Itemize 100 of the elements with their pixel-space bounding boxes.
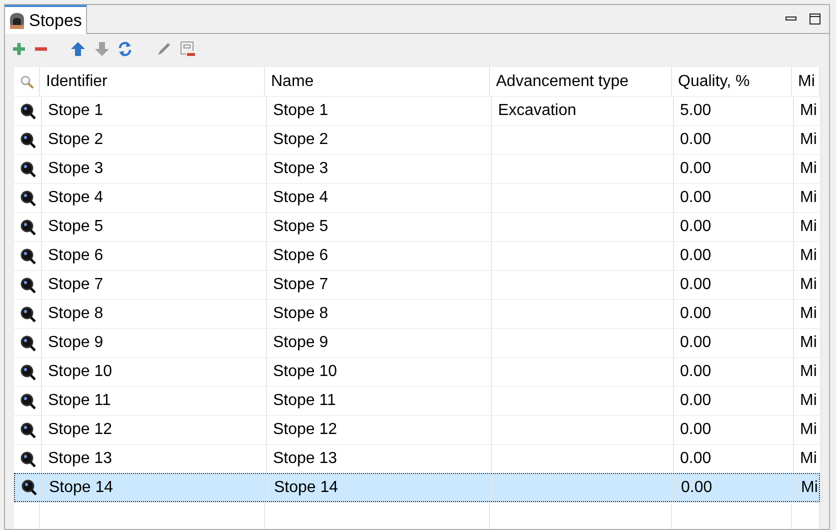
table-row[interactable]: Stope 3 Stope 3 0.00 Mi bbox=[14, 154, 820, 183]
table-cell-text: Mi bbox=[800, 275, 817, 295]
table-cell-text: Stope 3 bbox=[273, 159, 328, 179]
table-cell-text: Stope 2 bbox=[273, 130, 328, 150]
table-cell-text: Mi bbox=[801, 478, 818, 498]
table-row[interactable]: Stope 2 Stope 2 0.00 Mi bbox=[14, 125, 820, 154]
table-cell-text: 0.00 bbox=[680, 217, 712, 237]
magnifier-icon bbox=[20, 248, 36, 264]
table-cell-text: Stope 8 bbox=[273, 304, 328, 324]
maximize-icon[interactable] bbox=[809, 13, 821, 25]
table-cell-text: Stope 3 bbox=[48, 159, 104, 179]
table-row[interactable]: Stope 5 Stope 5 0.00 Mi bbox=[14, 212, 820, 241]
table-row[interactable]: Stope 9 Stope 9 0.00 Mi bbox=[14, 328, 820, 357]
magnifier-icon bbox=[20, 160, 36, 178]
table-row[interactable]: Stope 10 Stope 10 0.00 Mi bbox=[14, 357, 820, 386]
table-cell-text: 0.00 bbox=[680, 159, 712, 179]
magnifier-icon bbox=[20, 306, 36, 322]
table-row[interactable]: Stope 1 Stope 1 Excavation 5.00 Mi bbox=[14, 96, 820, 125]
magnifier-icon bbox=[20, 276, 36, 294]
table-cell-text: Mi bbox=[800, 362, 817, 382]
magnifier-icon bbox=[20, 450, 36, 468]
table-cell-text: Stope 12 bbox=[273, 420, 338, 440]
tab-title: Stopes bbox=[29, 10, 82, 32]
table-row[interactable]: Stope 12 Stope 12 0.00 Mi bbox=[14, 415, 820, 444]
magnifier-icon bbox=[20, 132, 36, 148]
table-cell-text: Stope 10 bbox=[48, 362, 112, 382]
table-cell-text: Mi bbox=[800, 130, 817, 150]
magnifier-icon bbox=[20, 190, 36, 206]
table-cell-text: Stope 13 bbox=[273, 449, 338, 469]
add-icon[interactable] bbox=[12, 42, 26, 56]
table-cell-text: Stope 7 bbox=[273, 275, 328, 295]
table-cell-text: Mi bbox=[800, 188, 817, 208]
table-cell-text: 0.00 bbox=[680, 391, 712, 411]
table-cell-text: Mi bbox=[800, 217, 817, 237]
table-cell-text: 0.00 bbox=[680, 304, 712, 324]
table-cell-text: Mi bbox=[800, 304, 817, 324]
table-cell-text: 0.00 bbox=[680, 275, 712, 295]
table-cell-text: 0.00 bbox=[681, 478, 712, 498]
table-cell-text: Mi bbox=[800, 101, 817, 121]
table-row[interactable]: Stope 6 Stope 6 0.00 Mi bbox=[14, 241, 820, 270]
table-cell-text: Stope 9 bbox=[273, 333, 328, 353]
table-cell-text: 0.00 bbox=[680, 449, 712, 469]
magnifier-icon bbox=[20, 102, 36, 120]
table-cell-text: Stope 1 bbox=[48, 101, 104, 121]
table-cell-text: Stope 4 bbox=[273, 188, 328, 208]
search-icon[interactable] bbox=[20, 74, 34, 88]
table-cell-text: Stope 10 bbox=[273, 362, 338, 382]
table-cell-text: 0.00 bbox=[680, 188, 712, 208]
magnifier-icon bbox=[20, 392, 36, 410]
refresh-icon[interactable] bbox=[118, 41, 132, 57]
table-cell-text: 5.00 bbox=[680, 101, 712, 121]
table-cell-text: Stope 11 bbox=[273, 391, 336, 411]
table-row[interactable]: Stope 7 Stope 7 0.00 Mi bbox=[14, 270, 820, 299]
table-cell-text: 0.00 bbox=[680, 333, 712, 353]
table-cell-text: Stope 7 bbox=[48, 275, 104, 295]
table-cell-text: Stope 1 bbox=[273, 101, 328, 121]
table-cell-text: 0.00 bbox=[680, 130, 712, 150]
table-cell-text: Stope 2 bbox=[48, 130, 104, 150]
table-cell-text: Stope 9 bbox=[48, 333, 104, 353]
minimize-icon[interactable] bbox=[785, 16, 797, 22]
table-cell-text: Mi bbox=[800, 159, 817, 179]
column-header[interactable]: Advancement type bbox=[490, 67, 672, 96]
column-header[interactable]: Quality, % bbox=[672, 67, 792, 96]
arrow-down-icon[interactable] bbox=[94, 41, 110, 57]
table-row[interactable]: Stope 14 Stope 14 0.00 Mi bbox=[14, 473, 820, 502]
magnifier-icon bbox=[20, 364, 36, 380]
table-cell-text: Stope 12 bbox=[48, 420, 112, 440]
table-cell-text: Stope 11 bbox=[48, 391, 111, 411]
table-cell-text: Stope 5 bbox=[48, 217, 104, 237]
column-header[interactable]: Mi bbox=[792, 67, 820, 96]
table-cell-text: Mi bbox=[800, 420, 817, 440]
pencil-icon[interactable] bbox=[156, 41, 172, 57]
table-cell-text: Stope 14 bbox=[274, 478, 338, 498]
table-row[interactable]: Stope 11 Stope 11 0.00 Mi bbox=[14, 386, 820, 415]
table-cell-text: 0.00 bbox=[680, 420, 712, 440]
table-cell-text: Stope 5 bbox=[273, 217, 328, 237]
view-tab[interactable]: Stopes bbox=[5, 5, 87, 34]
arrow-up-icon[interactable] bbox=[70, 41, 86, 57]
table-cell-text: Mi bbox=[800, 333, 817, 353]
table-cell-text: 0.00 bbox=[680, 246, 712, 266]
table-row[interactable]: Stope 4 Stope 4 0.00 Mi bbox=[14, 183, 820, 212]
column-header[interactable]: Identifier bbox=[40, 67, 265, 96]
magnifier-icon bbox=[20, 218, 36, 236]
table-cell-text: Stope 4 bbox=[48, 188, 104, 208]
table-cell-text: Stope 8 bbox=[48, 304, 104, 324]
column-header[interactable]: Name bbox=[265, 67, 490, 96]
table-cell-text: Stope 6 bbox=[273, 246, 328, 266]
table-cell-text: Mi bbox=[800, 449, 817, 469]
magnifier-icon bbox=[20, 334, 36, 352]
magnifier-icon bbox=[20, 422, 36, 438]
table-cell-text: Stope 6 bbox=[48, 246, 104, 266]
table-cell-text: Mi bbox=[800, 246, 817, 266]
table-cell-text: Stope 14 bbox=[49, 478, 114, 498]
grid-icon[interactable] bbox=[180, 41, 196, 57]
table-row[interactable]: Stope 8 Stope 8 0.00 Mi bbox=[14, 299, 820, 328]
table-cell-text: Mi bbox=[800, 391, 817, 411]
magnifier-icon bbox=[20, 479, 36, 496]
table-cell-text: Stope 13 bbox=[48, 449, 112, 469]
table-cell-text: Excavation bbox=[498, 101, 576, 121]
tunnel-icon bbox=[9, 12, 25, 30]
